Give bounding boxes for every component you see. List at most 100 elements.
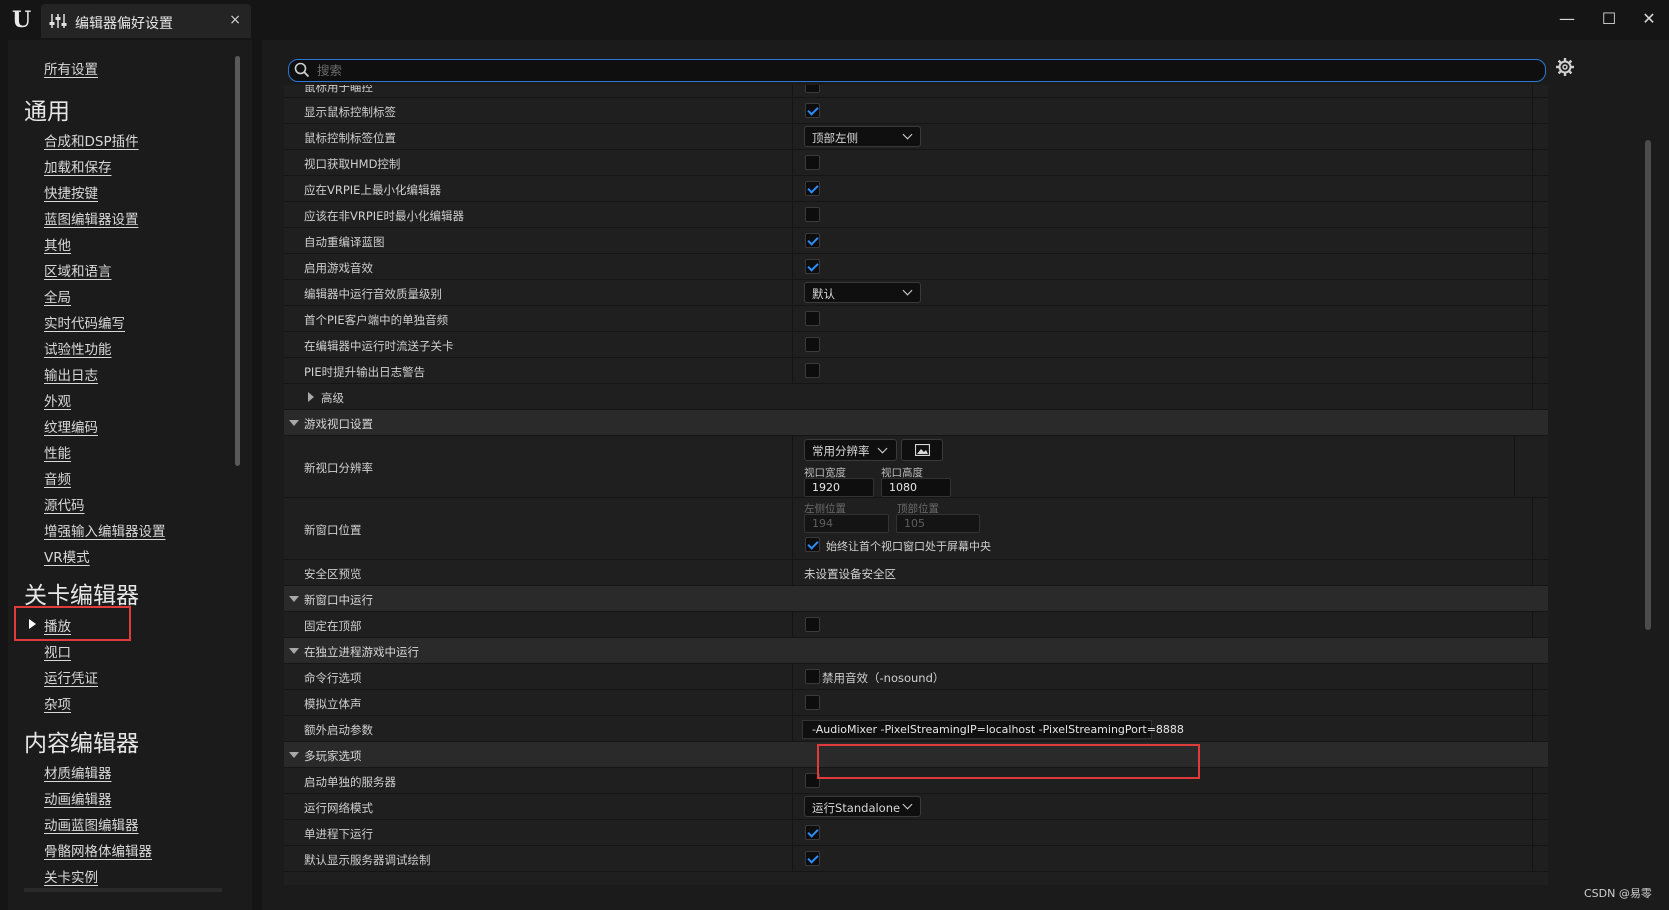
setting-checkbox[interactable] <box>805 851 820 866</box>
setting-label: 启动单独的服务器 <box>304 775 396 789</box>
main-scrollbar[interactable] <box>1645 140 1651 630</box>
category-header[interactable]: 游戏视口设置 <box>284 410 1548 436</box>
category-header[interactable]: 新窗口中运行 <box>284 586 1548 612</box>
setting-row: 在编辑器中运行时流送子关卡 <box>284 332 1548 358</box>
setting-checkbox[interactable] <box>805 181 820 196</box>
sidebar-item[interactable]: 增强输入编辑器设置 <box>44 520 166 540</box>
dropdown-value: 常用分辨率 <box>812 444 870 458</box>
extra-launch-params-input[interactable]: -AudioMixer -PixelStreamingIP=localhost … <box>802 720 1184 739</box>
sidebar-item[interactable]: 骨骼网格体编辑器 <box>44 840 152 860</box>
sidebar-item[interactable]: 视口 <box>44 641 71 661</box>
common-resolution-dropdown[interactable]: 常用分辨率 <box>804 439 897 461</box>
setting-row: 显示鼠标控制标签 <box>284 98 1548 124</box>
sidebar-item-play[interactable]: 播放 <box>44 615 71 635</box>
setting-label: 运行网络模式 <box>304 801 373 815</box>
chevron-down-icon <box>902 799 913 810</box>
category-title: 新窗口中运行 <box>304 593 373 607</box>
category-header[interactable]: 在独立进程游戏中运行 <box>284 638 1548 664</box>
setting-checkbox[interactable] <box>805 207 820 222</box>
setting-checkbox[interactable] <box>805 103 820 118</box>
sidebar-item[interactable]: 合成和DSP插件 <box>44 130 139 150</box>
sidebar-item[interactable]: VR模式 <box>44 546 90 566</box>
collapse-arrow-icon[interactable] <box>289 752 299 758</box>
editor-preferences-window: U 编辑器偏好设置 × — ☐ ✕ 所有设置 通用 合成和DSP插件 加载和保存… <box>0 0 1669 910</box>
sidebar-item[interactable]: 外观 <box>44 390 71 410</box>
sidebar-item[interactable]: 关卡实例 <box>44 866 98 886</box>
setting-checkbox[interactable] <box>805 617 820 632</box>
unreal-logo-icon[interactable]: U <box>12 6 38 34</box>
sidebar-item[interactable]: 运行凭证 <box>44 667 98 687</box>
center-window-checkbox[interactable] <box>805 537 820 552</box>
net-mode-dropdown[interactable]: 运行Standalone <box>804 796 921 817</box>
setting-row: 启用游戏音效 <box>284 254 1548 280</box>
left-position-input[interactable]: 194 <box>804 514 889 533</box>
setting-row: 单进程下运行 <box>284 820 1548 846</box>
setting-checkbox[interactable] <box>805 825 820 840</box>
sidebar-scrollbar[interactable] <box>235 56 240 466</box>
sidebar-item[interactable]: 杂项 <box>44 693 71 713</box>
setting-checkbox[interactable] <box>805 259 820 274</box>
setting-row: 模拟立体声 <box>284 690 1548 716</box>
dropdown-value: 默认 <box>812 287 835 301</box>
sidebar-item[interactable]: 源代码 <box>44 494 85 514</box>
maximize-button[interactable]: ☐ <box>1597 8 1621 30</box>
collapse-arrow-icon[interactable] <box>289 420 299 426</box>
sidebar-item[interactable]: 试验性功能 <box>44 338 112 358</box>
setting-label: 单进程下运行 <box>304 827 373 841</box>
setting-checkbox[interactable] <box>805 311 820 326</box>
viewport-width-input[interactable]: 1920 <box>804 478 874 497</box>
nosound-checkbox[interactable] <box>805 669 820 684</box>
viewport-image-button[interactable] <box>901 439 943 461</box>
sidebar-item[interactable]: 纹理编码 <box>44 416 98 436</box>
minimize-button[interactable]: — <box>1555 8 1579 30</box>
setting-checkbox[interactable] <box>805 155 820 170</box>
setting-row: 额外启动参数 -AudioMixer -PixelStreamingIP=loc… <box>284 716 1548 742</box>
setting-checkbox[interactable] <box>805 695 820 710</box>
collapse-arrow-icon[interactable] <box>289 648 299 654</box>
sidebar-item[interactable]: 动画编辑器 <box>44 788 112 808</box>
advanced-row[interactable]: 高级 <box>284 384 1548 410</box>
section-title-level-editor: 关卡编辑器 <box>24 583 139 609</box>
collapse-arrow-icon[interactable] <box>289 596 299 602</box>
setting-label: 新窗口位置 <box>304 523 362 537</box>
setting-row: 固定在顶部 <box>284 612 1548 638</box>
sidebar-item[interactable]: 材质编辑器 <box>44 762 112 782</box>
sidebar-item[interactable]: 其他 <box>44 234 71 254</box>
sidebar-item[interactable]: 输出日志 <box>44 364 98 384</box>
expand-arrow-icon[interactable] <box>308 392 314 402</box>
sidebar-item[interactable]: 性能 <box>44 442 71 462</box>
sidebar-item-all-settings[interactable]: 所有设置 <box>44 58 98 78</box>
sidebar-item[interactable]: 加载和保存 <box>44 156 112 176</box>
setting-label: 鼠标控制标签位置 <box>304 131 396 145</box>
setting-row: 自动重编译蓝图 <box>284 228 1548 254</box>
section-title-content-editor: 内容编辑器 <box>24 731 139 757</box>
sidebar-item[interactable]: 区域和语言 <box>44 260 112 280</box>
setting-row: 安全区预览 未设置设备安全区 <box>284 560 1548 586</box>
setting-checkbox[interactable] <box>805 233 820 248</box>
mouse-label-position-dropdown[interactable]: 顶部左侧 <box>804 126 921 147</box>
setting-checkbox[interactable] <box>805 85 820 93</box>
sidebar-item[interactable]: 快捷按键 <box>44 182 98 202</box>
tab-editor-preferences[interactable]: 编辑器偏好设置 × <box>41 4 251 38</box>
sidebar-item[interactable]: 音频 <box>44 468 71 488</box>
sidebar-item[interactable]: 动画蓝图编辑器 <box>44 814 139 834</box>
setting-label: 在编辑器中运行时流送子关卡 <box>304 339 454 353</box>
sidebar-item[interactable]: 全局 <box>44 286 71 306</box>
sidebar-item[interactable]: 实时代码编写 <box>44 312 125 332</box>
close-window-button[interactable]: ✕ <box>1637 8 1661 30</box>
dropdown-value: 运行Standalone <box>812 801 901 815</box>
setting-checkbox[interactable] <box>805 337 820 352</box>
viewport-height-input[interactable]: 1080 <box>881 478 951 497</box>
search-input[interactable] <box>317 61 1517 80</box>
close-tab-icon[interactable]: × <box>229 12 241 28</box>
advanced-label: 高级 <box>321 391 344 405</box>
gear-icon[interactable] <box>1555 57 1575 77</box>
sidebar-item[interactable]: 蓝图编辑器设置 <box>44 208 139 228</box>
setting-checkbox[interactable] <box>805 363 820 378</box>
audio-quality-dropdown[interactable]: 默认 <box>804 282 921 303</box>
top-position-input[interactable]: 105 <box>896 514 980 533</box>
setting-label: 视口获取HMD控制 <box>304 157 401 171</box>
setting-label: 应该在非VRPIE时最小化编辑器 <box>304 209 464 223</box>
setting-label: 新视口分辨率 <box>304 461 373 475</box>
search-box[interactable] <box>288 59 1546 82</box>
